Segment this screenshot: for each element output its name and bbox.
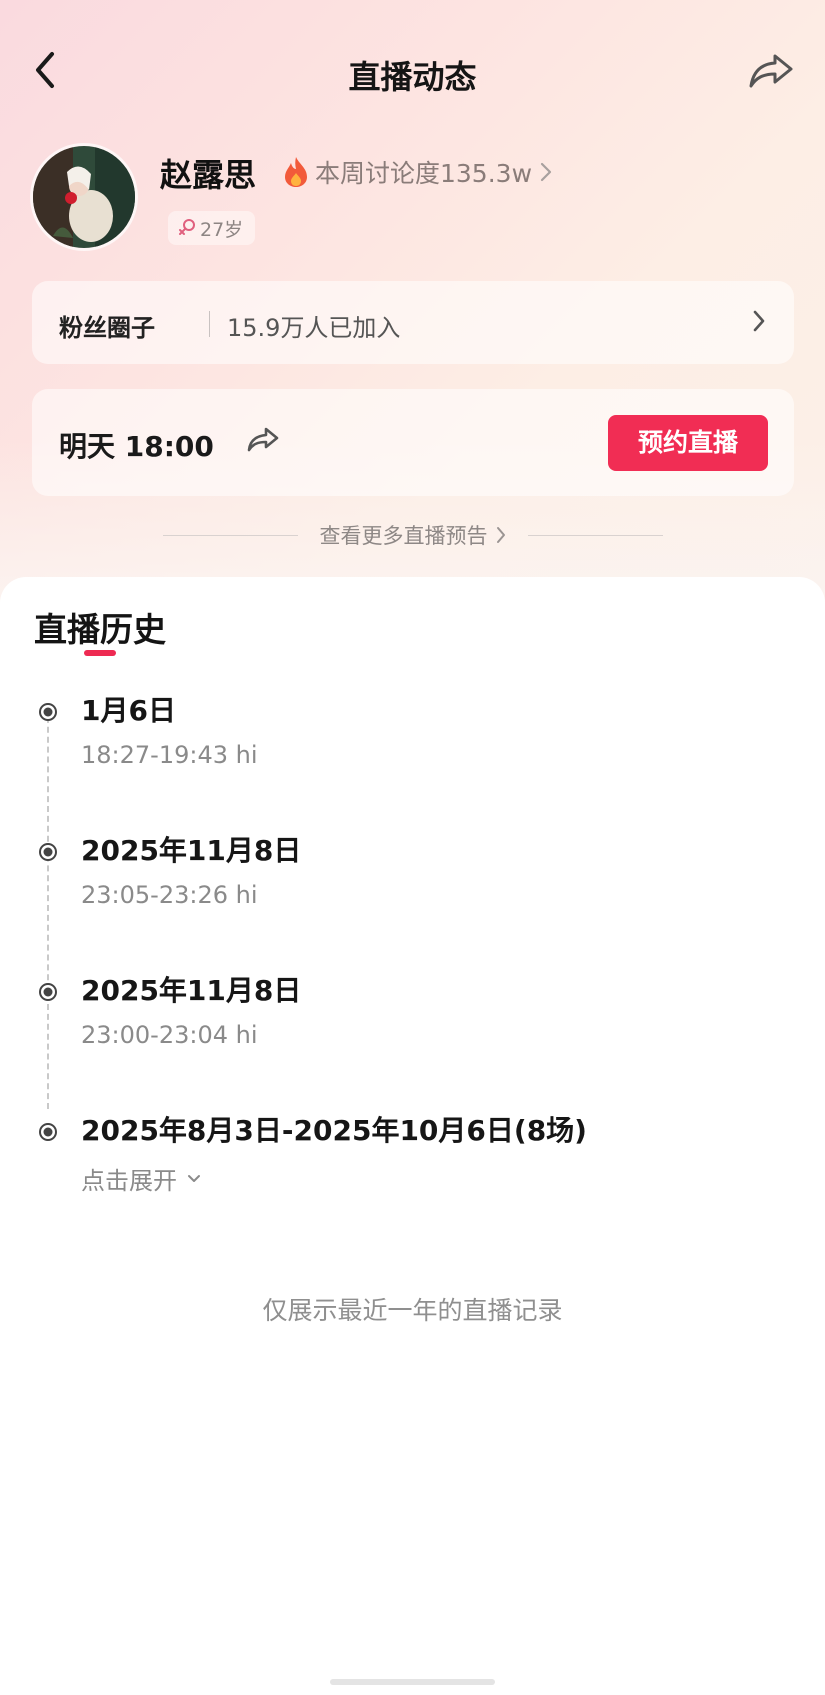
history-footer-note: 仅展示最近一年的直播记录 (262, 1296, 563, 1325)
share-button[interactable] (747, 48, 795, 92)
timeline-dot-icon (39, 1123, 57, 1141)
history-entry-detail: 23:00-23:04 hi (81, 1021, 258, 1049)
profile-name[interactable]: 赵露思 (160, 150, 256, 196)
top-bar: 直播动态 (0, 30, 825, 110)
expand-link[interactable]: 点击展开 (81, 1161, 201, 1196)
more-previews-link[interactable]: 查看更多直播预告 (320, 520, 506, 550)
live-history-panel: 直播历史 1月6日 18:27-19:43 hi 2025年11月8日 23:0… (0, 577, 825, 1695)
history-entry-date: 1月6日 (81, 694, 176, 727)
reserve-live-button[interactable]: 预约直播 (608, 415, 768, 471)
divider (209, 311, 210, 337)
age-text: 27岁 (200, 218, 244, 241)
timeline-dot-icon (39, 843, 57, 861)
gender-age-badge: 27岁 (168, 211, 256, 245)
history-title: 直播历史 (34, 610, 166, 649)
expand-text: 点击展开 (81, 1167, 177, 1195)
fans-circle-label: 粉丝圈子 (59, 314, 155, 342)
history-entry-date: 2025年11月8日 (81, 834, 302, 867)
divider-line (527, 534, 663, 536)
weekly-heat-text: 本周讨论度135.3w (315, 159, 533, 188)
fans-circle-card[interactable]: 粉丝圈子 15.9万人已加入 (32, 281, 794, 364)
weekly-heat-link[interactable]: 本周讨论度135.3w (283, 152, 552, 192)
history-group-range: 2025年8月3日-2025年10月6日(8场) (81, 1114, 587, 1147)
chevron-right-icon (540, 162, 552, 182)
timeline-dot-icon (39, 703, 57, 721)
avatar[interactable] (33, 146, 135, 248)
chevron-right-icon (496, 527, 505, 543)
tab-underline (84, 650, 116, 656)
home-indicator (330, 1679, 495, 1685)
divider-line (162, 534, 298, 536)
fans-circle-count: 15.9万人已加入 (227, 314, 401, 342)
forward-icon[interactable] (246, 425, 280, 455)
flame-icon (285, 157, 307, 187)
history-entry-detail: 18:27-19:43 hi (81, 741, 258, 769)
chevron-right-icon (753, 310, 765, 332)
history-entry-detail: 23:05-23:26 hi (81, 881, 258, 909)
share-icon (749, 54, 793, 88)
timeline-line (47, 707, 49, 1109)
page-title: 直播动态 (348, 58, 477, 96)
upcoming-live-card: 明天 18:00 预约直播 (32, 389, 794, 496)
upcoming-live-time: 明天 18:00 (59, 430, 214, 463)
history-entry-date: 2025年11月8日 (81, 974, 302, 1007)
chevron-down-icon (188, 1174, 200, 1182)
avatar-image (33, 146, 135, 248)
timeline-dot-icon (39, 983, 57, 1001)
more-previews-text: 查看更多直播预告 (319, 524, 488, 548)
more-previews-row: 查看更多直播预告 (0, 520, 825, 550)
female-icon (179, 219, 195, 235)
